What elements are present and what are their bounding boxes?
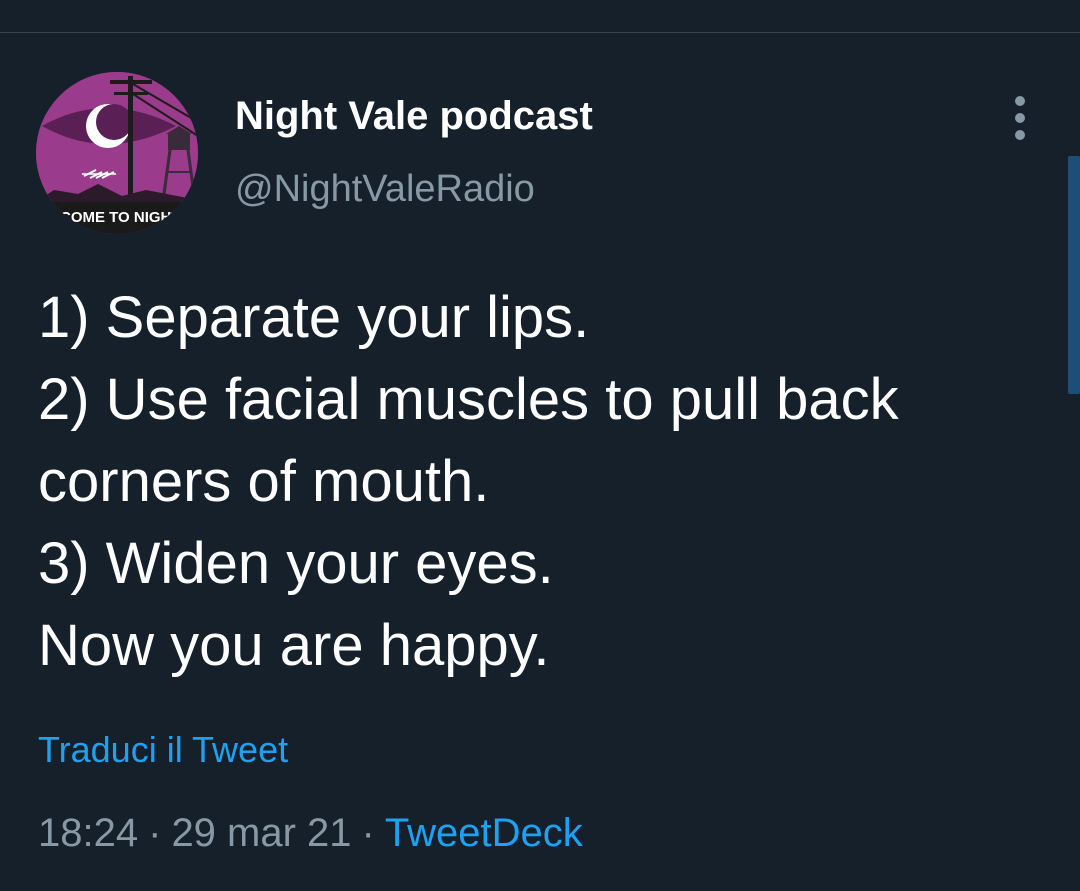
meta-separator: · xyxy=(361,811,375,855)
meta-separator: · xyxy=(148,811,162,855)
tweet-line: 1) Separate your lips. xyxy=(38,285,590,350)
tweet-text: 1) Separate your lips. 2) Use facial mus… xyxy=(38,277,1048,687)
tweet-source-link[interactable]: TweetDeck xyxy=(385,811,583,855)
author-display-name[interactable]: Night Vale podcast xyxy=(235,92,593,140)
more-vertical-icon-dot-2 xyxy=(1015,113,1025,123)
night-vale-logo: COME TO NIGHT V xyxy=(36,72,198,234)
tweet-line: 2) Use facial muscles to pull back xyxy=(38,367,899,432)
tweet-metadata: 18:24 · 29 mar 21 · TweetDeck xyxy=(38,808,583,858)
top-divider xyxy=(0,32,1080,33)
avatar-text: COME TO NIGHT V xyxy=(60,209,195,226)
scrollbar-thumb[interactable] xyxy=(1068,156,1080,394)
translate-tweet-link[interactable]: Traduci il Tweet xyxy=(38,728,288,772)
more-vertical-icon-dot-3 xyxy=(1015,130,1025,140)
avatar[interactable]: COME TO NIGHT V xyxy=(36,72,198,234)
tweet-time[interactable]: 18:24 xyxy=(38,811,138,855)
tweet-line: Now you are happy. xyxy=(38,613,550,678)
tweet-date[interactable]: 29 mar 21 xyxy=(171,811,351,855)
more-options-button[interactable] xyxy=(1004,96,1036,140)
more-vertical-icon xyxy=(1015,96,1025,106)
tweet-line: 3) Widen your eyes. xyxy=(38,531,554,596)
author-handle[interactable]: @NightValeRadio xyxy=(235,166,535,212)
tweet-line: corners of mouth. xyxy=(38,449,490,514)
